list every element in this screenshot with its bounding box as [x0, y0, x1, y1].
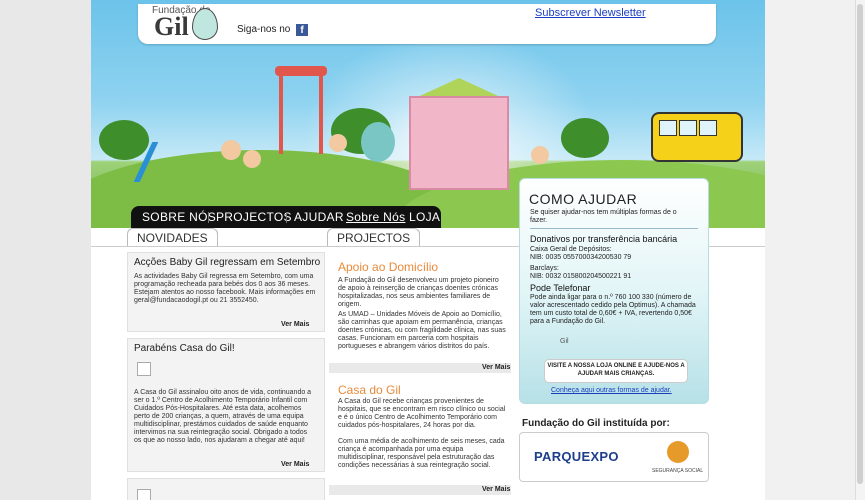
page-gutter	[765, 0, 865, 500]
seguranca-social-label: SEGURANÇA SOCIAL	[652, 468, 704, 474]
projects-column: Apoio ao Domicílio A Fundação do Gil des…	[329, 246, 513, 500]
nav-item-sobre-nos[interactable]: SOBRE NÓS	[142, 210, 216, 224]
project-body: Com uma média de acolhimento de seis mes…	[338, 438, 505, 469]
nav-divider	[208, 212, 209, 223]
follow-us-label: Siga-nos no	[237, 24, 291, 35]
news-body: A Casa do Gil assinalou oito anos de vid…	[134, 389, 312, 444]
news-title[interactable]: Parabéns Casa do Gil!	[134, 343, 235, 354]
ver-mais-link[interactable]: Ver Mais	[281, 461, 309, 468]
gil-broken-image: Gil	[560, 338, 569, 345]
gil-logo-icon[interactable]	[192, 8, 218, 40]
parquexpo-logo[interactable]: PARQUEXPO	[534, 449, 619, 464]
nav-item-loja[interactable]: LOJA	[409, 210, 440, 224]
gil-mascot-illustration	[361, 122, 395, 162]
como-ajudar-panel: COMO AJUDAR Se quiser ajudar-nos tem múl…	[519, 178, 709, 404]
help-title: COMO AJUDAR	[529, 191, 638, 207]
news-item	[127, 478, 325, 500]
barclays-label: Barclays:	[530, 265, 559, 272]
project-body: A Fundação do Gil desenvolveu um projeto…	[338, 277, 499, 308]
scrollbar-thumb[interactable]	[857, 4, 863, 484]
nav-divider	[286, 212, 287, 223]
news-body: As actividades Baby Gil regressa em Sete…	[134, 273, 316, 304]
other-ways-link[interactable]: Conheça aqui outras formas de ajudar.	[551, 387, 672, 394]
barclays-nib: NIB: 0032 015800204500221 91	[530, 273, 632, 280]
bus-window	[679, 120, 697, 136]
help-divider	[530, 228, 698, 229]
project-body: As UMAD – Unidades Móveis de Apoio ao Do…	[338, 311, 506, 350]
ver-mais-link[interactable]: Ver Mais	[482, 364, 510, 371]
tab-novidades[interactable]: NOVIDADES	[127, 228, 218, 247]
logo-main-text[interactable]: Gil	[154, 12, 189, 42]
project-body: A Casa do Gil recebe crianças provenient…	[338, 398, 506, 429]
tab-projectos[interactable]: PROJECTOS	[327, 228, 421, 247]
cgd-nib: NIB: 0035 055700034200530 79	[530, 254, 632, 261]
tree-illustration	[561, 118, 609, 158]
seguranca-social-icon[interactable]	[667, 441, 689, 463]
newsletter-link[interactable]: Subscrever Newsletter	[535, 7, 646, 19]
sponsors-box: PARQUEXPO SEGURANÇA SOCIAL	[519, 432, 709, 482]
child-illustration	[221, 140, 241, 160]
swing-leg	[279, 74, 283, 154]
news-item: Acções Baby Gil regressam em Setembro As…	[127, 252, 325, 332]
project-title[interactable]: Apoio ao Domicílio	[338, 260, 438, 274]
news-title[interactable]: Acções Baby Gil regressam em Setembro	[134, 257, 320, 268]
page-container: Fundação do Gil Siga-nos no f Subscrever…	[91, 0, 765, 500]
child-illustration	[531, 146, 549, 164]
ver-mais-link[interactable]: Ver Mais	[281, 321, 309, 328]
help-intro: Se quiser ajudar-nos tem múltiplas forma…	[530, 209, 677, 224]
school-bus-illustration	[651, 112, 743, 162]
foundation-title: Fundação do Gil instituída por:	[522, 418, 670, 429]
swing-leg	[319, 74, 323, 154]
child-illustration	[243, 150, 261, 168]
phone-title: Pode Telefonar	[530, 283, 591, 293]
ver-mais-link[interactable]: Ver Mais	[482, 486, 510, 493]
child-illustration	[329, 134, 347, 152]
house-illustration	[409, 96, 509, 190]
bus-window	[659, 120, 677, 136]
tree-illustration	[99, 120, 149, 160]
broken-image-icon	[137, 489, 151, 500]
nav-item-ajudar[interactable]: AJUDAR	[294, 210, 344, 224]
broken-image-icon	[137, 362, 151, 376]
news-item: Parabéns Casa do Gil! A Casa do Gil assi…	[127, 338, 325, 472]
shop-online-button[interactable]: VISITE A NOSSA LOJA ONLINE E AJUDE-NOS A…	[544, 359, 688, 383]
nav-broken-image[interactable]: Sobre Nós	[346, 210, 405, 224]
bus-window	[699, 120, 717, 136]
phone-text: Pode ainda ligar para o n.º 760 100 330 …	[530, 294, 696, 325]
nav-item-projectos[interactable]: PROJECTOS	[216, 210, 292, 224]
main-nav: SOBRE NÓS PROJECTOS AJUDAR Sobre Nós LOJ…	[131, 206, 441, 228]
cgd-label: Caixa Geral de Depósitos:	[530, 246, 612, 253]
facebook-icon[interactable]: f	[296, 24, 308, 36]
donations-title: Donativos por transferência bancária	[530, 234, 678, 244]
project-title[interactable]: Casa do Gil	[338, 383, 401, 397]
